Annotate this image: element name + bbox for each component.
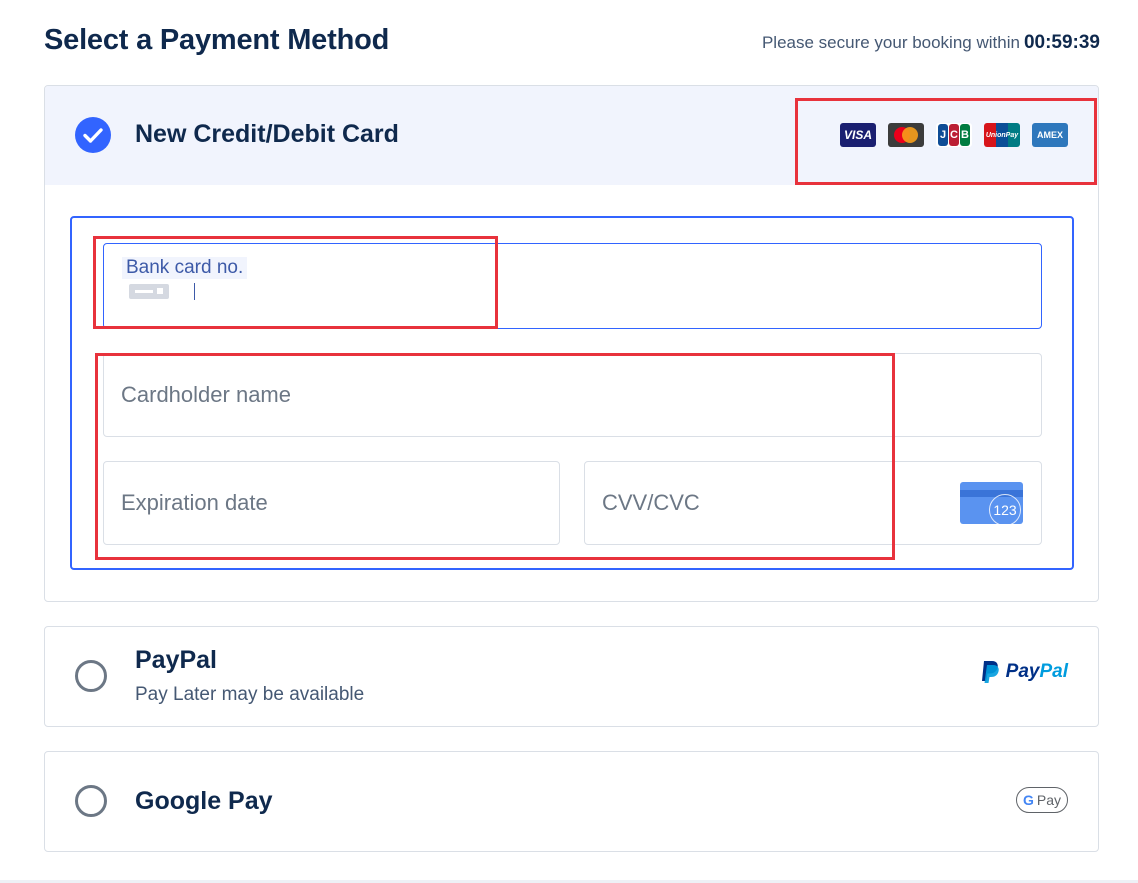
- check-circle-icon[interactable]: [75, 117, 111, 153]
- mastercard-logo: [888, 123, 924, 147]
- unionpay-logo: UnionPay: [984, 123, 1020, 147]
- cvv-input[interactable]: CVV/CVC 123: [584, 461, 1042, 545]
- card-number-input[interactable]: Bank card no.: [103, 243, 1042, 329]
- booking-timer: Please secure your booking within 00:59:3…: [762, 32, 1100, 54]
- text-caret: [194, 283, 195, 300]
- card-icon: [129, 284, 169, 299]
- google-pay-logo: G Pay: [1016, 787, 1068, 813]
- paypal-mark-icon: [981, 661, 999, 683]
- paypal-subtitle: Pay Later may be available: [135, 684, 365, 705]
- cvv-placeholder: CVV/CVC: [602, 490, 700, 515]
- google-g-icon: G: [1022, 792, 1034, 808]
- credit-card-title: New Credit/Debit Card: [135, 120, 399, 148]
- paypal-logo-text-pay: Pay: [1005, 661, 1040, 682]
- expiration-date-placeholder: Expiration date: [121, 490, 268, 515]
- card-number-label: Bank card no.: [122, 257, 248, 279]
- paypal-logo: PayPal: [980, 659, 1068, 685]
- card-form: Bank card no. Cardholder name Expiration…: [70, 216, 1074, 570]
- amex-logo: AMEX: [1032, 123, 1068, 147]
- timer-value: 00:59:39: [1023, 32, 1100, 53]
- timer-label: Please secure your booking within: [761, 33, 1020, 52]
- paypal-radio[interactable]: [75, 660, 107, 692]
- card-brand-logos: VISA JCB UnionPay AMEX: [840, 123, 1068, 147]
- google-pay-option[interactable]: Google Pay G Pay: [44, 751, 1099, 852]
- cvv-card-icon: 123: [960, 482, 1023, 524]
- page-title: Select a Payment Method: [44, 24, 390, 56]
- paypal-title: PayPal: [135, 646, 218, 674]
- visa-logo: VISA: [840, 123, 876, 147]
- cardholder-name-placeholder: Cardholder name: [121, 382, 291, 407]
- cvv-icon-number: 123: [989, 494, 1021, 524]
- google-pay-radio[interactable]: [75, 785, 107, 817]
- credit-card-header[interactable]: New Credit/Debit Card VISA JCB UnionPay …: [45, 86, 1098, 185]
- google-pay-logo-text: Pay: [1036, 792, 1061, 808]
- paypal-option[interactable]: PayPal Pay Later may be available PayPal: [44, 626, 1099, 727]
- paypal-logo-text-pal: Pal: [1039, 661, 1068, 682]
- credit-card-option[interactable]: New Credit/Debit Card VISA JCB UnionPay …: [44, 85, 1099, 602]
- jcb-logo: JCB: [936, 123, 972, 147]
- cardholder-name-input[interactable]: Cardholder name: [103, 353, 1042, 437]
- expiration-date-input[interactable]: Expiration date: [103, 461, 560, 545]
- google-pay-title: Google Pay: [135, 787, 273, 815]
